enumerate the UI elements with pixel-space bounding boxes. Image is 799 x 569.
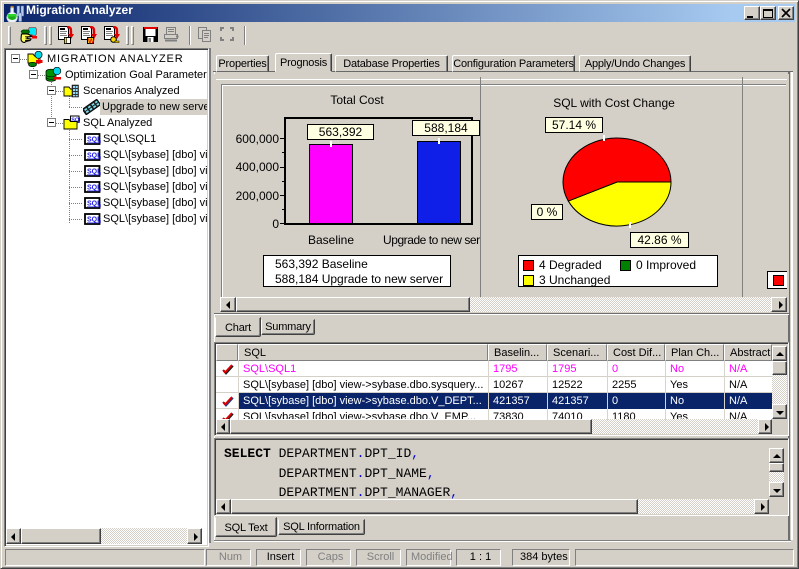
svg-text:W: W [88,39,95,45]
